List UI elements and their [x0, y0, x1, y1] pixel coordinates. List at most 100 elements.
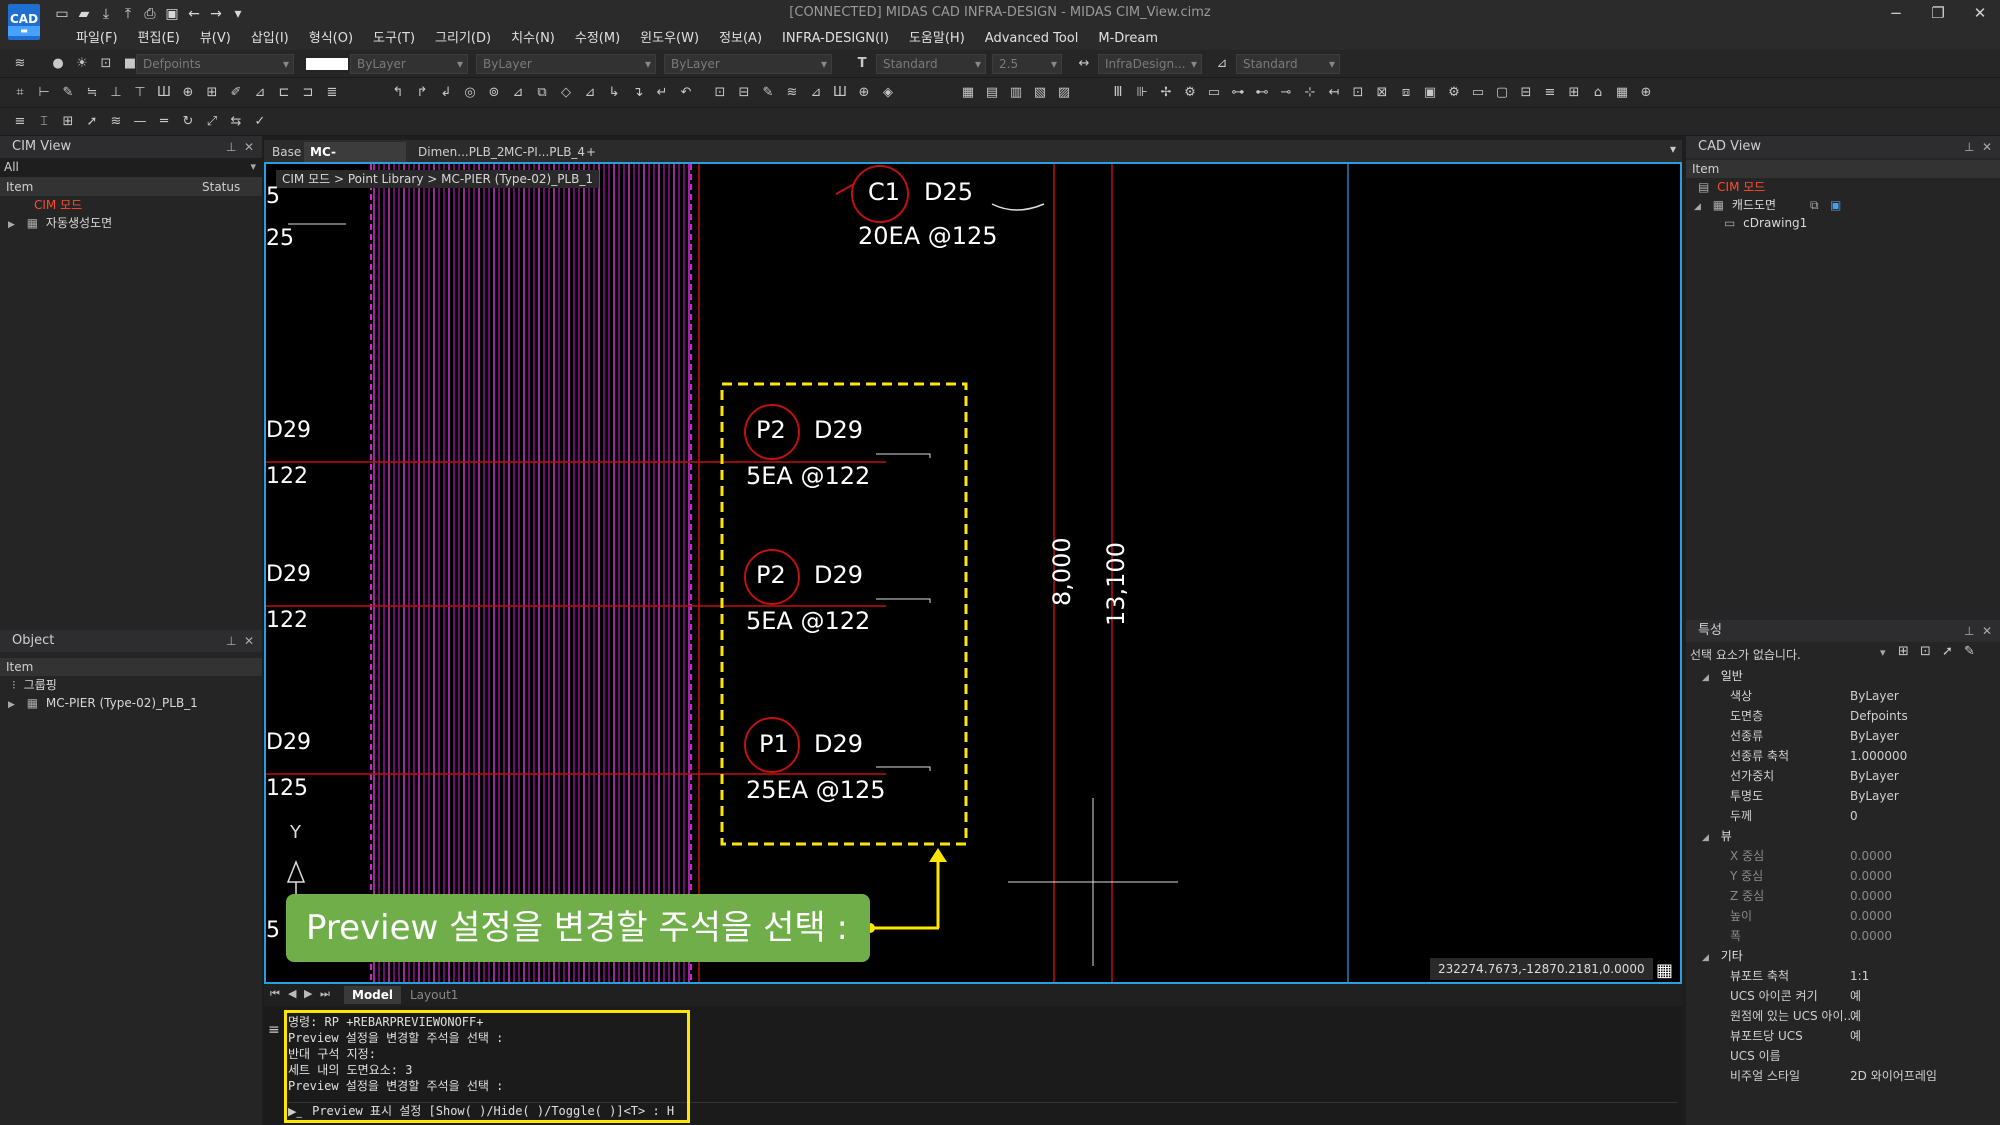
bulb-icon[interactable]: ●: [48, 54, 68, 74]
schedule-tool-2-icon[interactable]: ▤: [982, 83, 1002, 103]
text-style-combo[interactable]: Standard: [876, 54, 986, 74]
misc-tool-6-icon[interactable]: ⊶: [1228, 83, 1248, 103]
property-value[interactable]: 0.0000: [1850, 886, 1892, 906]
dim-style-combo[interactable]: InfraDesign...: [1098, 54, 1202, 74]
p1-diameter[interactable]: D29: [814, 730, 863, 758]
property-value[interactable]: 0.0000: [1850, 926, 1892, 946]
misc-tool-19-icon[interactable]: ≡: [1540, 83, 1560, 103]
tab-model[interactable]: Model: [344, 986, 402, 1004]
rebar-tool-1-icon[interactable]: ⌗: [10, 83, 30, 103]
menu-draw[interactable]: 그리기(D): [425, 28, 501, 50]
property-value[interactable]: 0.0000: [1850, 866, 1892, 886]
view-tool-1-icon[interactable]: ≡: [10, 112, 30, 132]
property-row[interactable]: UCS 이름: [1686, 1046, 2000, 1066]
p2b-spacing[interactable]: 5EA @122: [746, 607, 870, 635]
rebar-tool-9-icon[interactable]: ⊞: [202, 83, 222, 103]
property-row[interactable]: Z 중심 0.0000: [1686, 886, 2000, 906]
cim-filter-combo[interactable]: All ▾: [0, 158, 262, 178]
table-style-icon[interactable]: ⊿: [1212, 54, 1232, 74]
leader-tool-7-icon[interactable]: ⧉: [532, 83, 552, 103]
leader-tool-1-icon[interactable]: ↰: [388, 83, 408, 103]
misc-tool-22-icon[interactable]: ▦: [1612, 83, 1632, 103]
property-value[interactable]: 1.000000: [1850, 746, 1907, 766]
property-value[interactable]: Defpoints: [1850, 706, 1908, 726]
grid-toggle-icon[interactable]: ▦: [1656, 960, 1673, 981]
tree-item-grouping[interactable]: ⁝ 그룹핑: [0, 676, 262, 694]
pin-icon[interactable]: ⊥: [226, 136, 236, 158]
table-tool-3-icon[interactable]: ✎: [758, 83, 778, 103]
view-tool-10-icon[interactable]: ⇆: [226, 112, 246, 132]
leader-tool-10-icon[interactable]: ↳: [604, 83, 624, 103]
leader-tool-3-icon[interactable]: ↲: [436, 83, 456, 103]
property-value[interactable]: 0: [1850, 806, 1858, 826]
misc-tool-5-icon[interactable]: ▭: [1204, 83, 1224, 103]
menu-info[interactable]: 정보(A): [709, 28, 772, 50]
rebar-tool-14-icon[interactable]: ≣: [322, 83, 342, 103]
property-row[interactable]: 선종류 축척 1.000000: [1686, 746, 2000, 766]
tree-item-auto-drawing[interactable]: ▶ ▦ 자동생성도면: [0, 214, 262, 232]
select-cursor-icon[interactable]: ➚: [82, 112, 102, 132]
misc-tool-10-icon[interactable]: ↤: [1324, 83, 1344, 103]
menu-edit[interactable]: 편집(E): [128, 28, 190, 50]
p2b-diameter[interactable]: D29: [814, 561, 863, 589]
view-tool-3-icon[interactable]: ⊞: [58, 112, 78, 132]
nav-last-icon[interactable]: ⏭: [320, 987, 330, 1001]
view-mode-icon[interactable]: ⧉: [1810, 196, 1819, 214]
sun-icon[interactable]: ☀: [72, 54, 92, 74]
property-row[interactable]: 두께 0: [1686, 806, 2000, 826]
leader-tool-6-icon[interactable]: ⊿: [508, 83, 528, 103]
view-tool-9-icon[interactable]: ⤢: [202, 112, 222, 132]
property-row[interactable]: 폭 0.0000: [1686, 926, 2000, 946]
collapse-arrow-icon[interactable]: ◢: [1694, 202, 1701, 212]
rebar-tool-5-icon[interactable]: ⊥: [106, 83, 126, 103]
property-row[interactable]: 뷰포트당 UCS 예: [1686, 1026, 2000, 1046]
table-tool-5-icon[interactable]: ⊿: [806, 83, 826, 103]
view-tool-7-icon[interactable]: ═: [154, 112, 174, 132]
misc-tool-16-icon[interactable]: ▭: [1468, 83, 1488, 103]
rebar-tool-3-icon[interactable]: ✎: [58, 83, 78, 103]
command-menu-icon[interactable]: ≡: [268, 1022, 280, 1038]
tab-dimen-plb-2[interactable]: Dimen...PLB_2: [412, 142, 510, 162]
close-icon[interactable]: ✕: [1970, 3, 1990, 23]
tree-item-cim-mode[interactable]: CIM 모드: [0, 196, 262, 214]
c1-spacing[interactable]: 20EA @125: [858, 222, 998, 250]
property-row[interactable]: 선가중치 ByLayer: [1686, 766, 2000, 786]
schedule-tool-5-icon[interactable]: ▨: [1054, 83, 1074, 103]
section-view[interactable]: ◢ 뷰: [1686, 826, 2000, 846]
misc-tool-12-icon[interactable]: ⊠: [1372, 83, 1392, 103]
lineweight-combo[interactable]: ByLayer: [664, 54, 832, 74]
property-row[interactable]: 도면층 Defpoints: [1686, 706, 2000, 726]
misc-tool-2-icon[interactable]: ⊪: [1132, 83, 1152, 103]
drawing-canvas[interactable]: CIM 모드 > Point Library > MC-PIER (Type-0…: [264, 162, 1682, 984]
misc-tool-7-icon[interactable]: ⊷: [1252, 83, 1272, 103]
rebar-tool-12-icon[interactable]: ⊏: [274, 83, 294, 103]
table-tool-8-icon[interactable]: ◈: [878, 83, 898, 103]
property-value[interactable]: 0.0000: [1850, 846, 1892, 866]
view-tool-11-icon[interactable]: ✓: [250, 112, 270, 132]
property-row[interactable]: 뷰포트 축척 1:1: [1686, 966, 2000, 986]
leader-tool-8-icon[interactable]: ◇: [556, 83, 576, 103]
nav-prev-icon[interactable]: ◀: [288, 987, 296, 1000]
menu-format[interactable]: 형식(O): [299, 28, 363, 50]
leader-tool-4-icon[interactable]: ◎: [460, 83, 480, 103]
property-value[interactable]: 0.0000: [1850, 906, 1892, 926]
p1-spacing[interactable]: 25EA @125: [746, 776, 886, 804]
menu-advanced-tool[interactable]: Advanced Tool: [975, 28, 1089, 50]
rebar-tool-8-icon[interactable]: ⊕: [178, 83, 198, 103]
menu-dimension[interactable]: 치수(N): [501, 28, 565, 50]
property-row[interactable]: UCS 아이콘 켜기 예: [1686, 986, 2000, 1006]
misc-tool-15-icon[interactable]: ⚙: [1444, 83, 1464, 103]
select-objects-icon[interactable]: ⊡: [1920, 644, 1931, 659]
p2a-diameter[interactable]: D29: [814, 416, 863, 444]
nav-first-icon[interactable]: ⏮: [270, 987, 280, 1001]
linetype-combo[interactable]: ByLayer: [476, 54, 656, 74]
property-row[interactable]: 색상 ByLayer: [1686, 686, 2000, 706]
menu-infra-design[interactable]: INFRA-DESIGN(I): [772, 28, 899, 50]
c1-tag[interactable]: C1: [868, 178, 900, 206]
view-tool-6-icon[interactable]: —: [130, 112, 150, 132]
menu-tools[interactable]: 도구(T): [363, 28, 425, 50]
property-row[interactable]: X 중심 0.0000: [1686, 846, 2000, 866]
p2a-spacing[interactable]: 5EA @122: [746, 462, 870, 490]
tree-item-mc-pier[interactable]: ▶ ▦ MC-PIER (Type-02)_PLB_1: [0, 694, 262, 712]
property-row[interactable]: 원점에 있는 UCS 아이... 예: [1686, 1006, 2000, 1026]
